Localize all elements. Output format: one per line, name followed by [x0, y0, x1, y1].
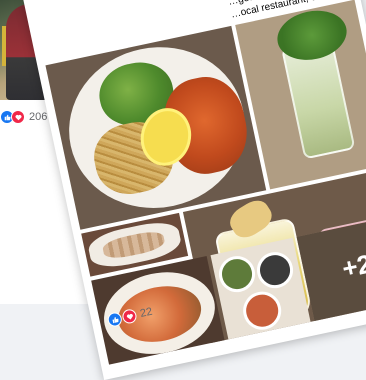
- sauce-bowl: [239, 288, 285, 334]
- love-icon: [121, 308, 138, 325]
- left-post-reactions[interactable]: 206: [0, 110, 47, 124]
- plate: [54, 31, 260, 225]
- photo-sauces[interactable]: [210, 237, 311, 340]
- photo-shrimp[interactable]: [91, 256, 225, 365]
- love-icon: [11, 110, 25, 124]
- reaction-count: 22: [138, 305, 154, 320]
- photo-grid: +2: [45, 0, 366, 365]
- photo-salad[interactable]: [45, 25, 267, 230]
- sauce-bowl: [253, 248, 297, 292]
- like-icon: [106, 311, 124, 328]
- post-card: …get together …ocal restaurant, café,: [23, 0, 366, 380]
- left-reaction-count: 206: [29, 111, 48, 123]
- sauce-bowl: [215, 252, 259, 296]
